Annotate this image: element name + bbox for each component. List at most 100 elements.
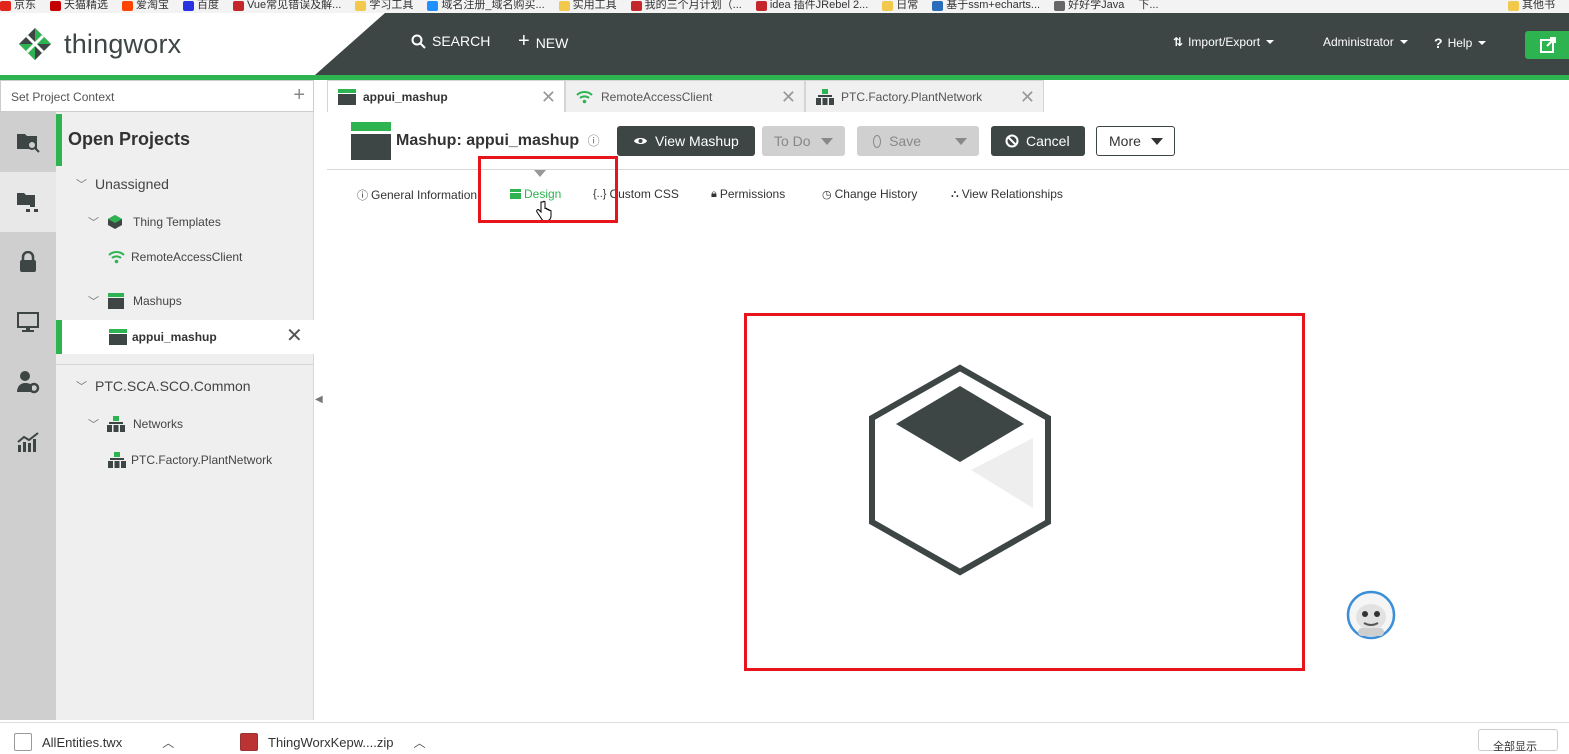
bookmark-other[interactable]: 其他书 — [1508, 0, 1555, 11]
download-item[interactable]: ThingWorxKepw....zip ︿ — [240, 733, 426, 751]
project-context-placeholder: Set Project Context — [11, 90, 115, 104]
close-project-icon[interactable]: ✕ — [286, 323, 303, 348]
close-tab-icon[interactable]: ✕ — [541, 87, 556, 108]
clock-icon: ◷ — [822, 188, 832, 201]
wifi-icon — [576, 90, 593, 103]
collapse-panel-icon[interactable]: ◀ — [315, 394, 323, 405]
logo-wordmark: thingworx — [64, 28, 182, 59]
bookmark-plan[interactable]: 我的三个月计划（... — [630, 0, 742, 11]
tab-view-relationships[interactable]: ⛬ View Relationships — [951, 187, 1063, 201]
folder-icon — [355, 0, 367, 11]
search-icon — [411, 34, 426, 49]
close-tab-icon[interactable]: ✕ — [781, 87, 796, 108]
rail-projects[interactable] — [0, 172, 56, 232]
bookmark-tmall[interactable]: 天猫精选 — [50, 0, 108, 11]
project-context-field[interactable]: Set Project Context + — [0, 80, 314, 112]
plus-icon: + — [518, 30, 530, 52]
tab-change-history[interactable]: ◷ Change History — [822, 187, 917, 201]
external-link-icon — [1540, 37, 1556, 53]
folder-icon — [1508, 0, 1519, 11]
bookmark-taobao[interactable]: 爱淘宝 — [122, 0, 169, 11]
bookmark-utilities[interactable]: 实用工具 — [558, 0, 617, 11]
save-button[interactable]: Save — [857, 126, 979, 156]
bookmark-java[interactable]: 好好学Java — [1054, 0, 1124, 11]
bookmark-ssm-echarts[interactable]: 基于ssm+echarts... — [932, 0, 1040, 11]
tab-general-information[interactable]: ⓘ General Information — [357, 187, 477, 203]
caret-down-icon — [1150, 137, 1163, 145]
import-export-menu[interactable]: ⇅ Import/Export — [1173, 35, 1275, 49]
entity-subtabs: ⓘ General Information Design {..} Custom C… — [327, 178, 1227, 212]
new-button[interactable]: + NEW — [518, 30, 568, 53]
add-context-icon[interactable]: + — [293, 84, 305, 107]
bookmark-jrebel[interactable]: idea 插件JRebel 2... — [755, 0, 868, 11]
rail-user-admin[interactable] — [0, 352, 56, 412]
tab-plant-network[interactable]: PTC.Factory.PlantNetwork ✕ — [805, 80, 1044, 112]
launch-button[interactable] — [1525, 31, 1569, 59]
bookmark-daily[interactable]: 日常 — [882, 0, 918, 11]
tab-remote-access-client[interactable]: RemoteAccessClient ✕ — [565, 80, 805, 112]
nav-rail — [0, 80, 56, 720]
close-tab-icon[interactable]: ✕ — [1020, 87, 1035, 108]
tree-plant-network[interactable]: PTC.Factory.PlantNetwork — [108, 452, 272, 468]
thingworx-logo[interactable]: thingworx — [18, 27, 181, 61]
rail-analytics[interactable] — [0, 412, 56, 472]
design-tab-highlight — [478, 156, 618, 223]
mashup-icon — [351, 122, 391, 160]
bookmark-jd[interactable]: 京东 — [0, 0, 36, 11]
page-title: Mashup: appui_mashup ⓘ — [396, 132, 600, 149]
tree-appui-mashup[interactable]: appui_mashup — [108, 328, 217, 346]
chevron-down-icon: ﹀ — [88, 296, 99, 308]
rail-security[interactable] — [0, 232, 56, 292]
wifi-icon — [108, 251, 125, 264]
app-header: thingworx SEARCH + NEW ⇅ Import/Export A… — [0, 13, 1569, 80]
circle-icon — [873, 134, 882, 148]
bookmark-baidu[interactable]: 百度 — [183, 0, 219, 11]
todo-button[interactable]: To Do — [762, 126, 845, 156]
open-projects-title: Open Projects — [56, 114, 314, 166]
tree-unassigned[interactable]: ﹀ Unassigned — [76, 176, 169, 192]
more-button[interactable]: More — [1096, 126, 1175, 156]
info-icon: ⓘ — [357, 190, 368, 202]
bookmark-learning-tools[interactable]: 学习工具 — [355, 0, 413, 11]
eye-icon — [634, 138, 647, 144]
rail-browse[interactable] — [0, 112, 56, 172]
rail-monitoring[interactable] — [0, 292, 56, 352]
bookmark-domain[interactable]: 域名注册_域名购买... — [427, 0, 545, 11]
tree-thing-templates[interactable]: ﹀ Thing Templates — [88, 214, 221, 230]
question-icon: ? — [1434, 35, 1443, 51]
tree-networks[interactable]: ﹀ Networks — [88, 416, 183, 432]
editor-tabs: appui_mashup ✕ RemoteAccessClient ✕ PTC.… — [327, 80, 1569, 112]
help-menu[interactable]: ? Help — [1434, 35, 1487, 51]
caret-down-icon — [1399, 40, 1408, 44]
doc-icon — [932, 0, 944, 11]
chevron-down-icon: ﹀ — [76, 381, 87, 393]
chevron-down-icon: ﹀ — [88, 419, 99, 431]
lock-icon: 🔒︎ — [711, 187, 717, 200]
bookmark-more[interactable]: 下... — [1138, 0, 1158, 11]
globe-icon — [1054, 0, 1066, 11]
lock-icon — [20, 251, 36, 272]
view-mashup-button[interactable]: View Mashup — [617, 126, 755, 156]
tree-mashups[interactable]: ﹀ Mashups — [88, 292, 182, 310]
network-icon — [107, 416, 125, 432]
tree-ptc-common[interactable]: ﹀ PTC.SCA.SCO.Common — [76, 378, 251, 394]
caret-down-icon — [955, 137, 967, 145]
user-menu[interactable]: Administrator — [1323, 35, 1408, 49]
network-icon — [816, 88, 834, 105]
chevron-down-icon: ﹀ — [88, 217, 99, 229]
tab-permissions[interactable]: 🔒︎ Permissions — [711, 187, 785, 201]
folder-search-icon — [17, 134, 40, 153]
bookmark-vue-errors[interactable]: Vue常见错误及解... — [233, 0, 341, 11]
downloads-bar: AllEntities.twx ︿ ThingWorxKepw....zip ︿… — [0, 722, 1569, 753]
help-circle-icon[interactable]: ⓘ — [588, 134, 600, 148]
tree-remote-access-client[interactable]: RemoteAccessClient — [108, 250, 242, 264]
tab-appui-mashup[interactable]: appui_mashup ✕ — [327, 80, 565, 112]
caret-down-icon — [820, 137, 833, 145]
search-button[interactable]: SEARCH — [411, 33, 490, 49]
mashup-icon — [108, 293, 124, 309]
assistant-robot-icon[interactable] — [1346, 590, 1396, 640]
cancel-button[interactable]: Cancel — [991, 126, 1085, 156]
chevron-down-icon: ﹀ — [76, 179, 87, 191]
divider — [56, 364, 314, 365]
download-item[interactable]: AllEntities.twx ︿ — [14, 733, 174, 751]
